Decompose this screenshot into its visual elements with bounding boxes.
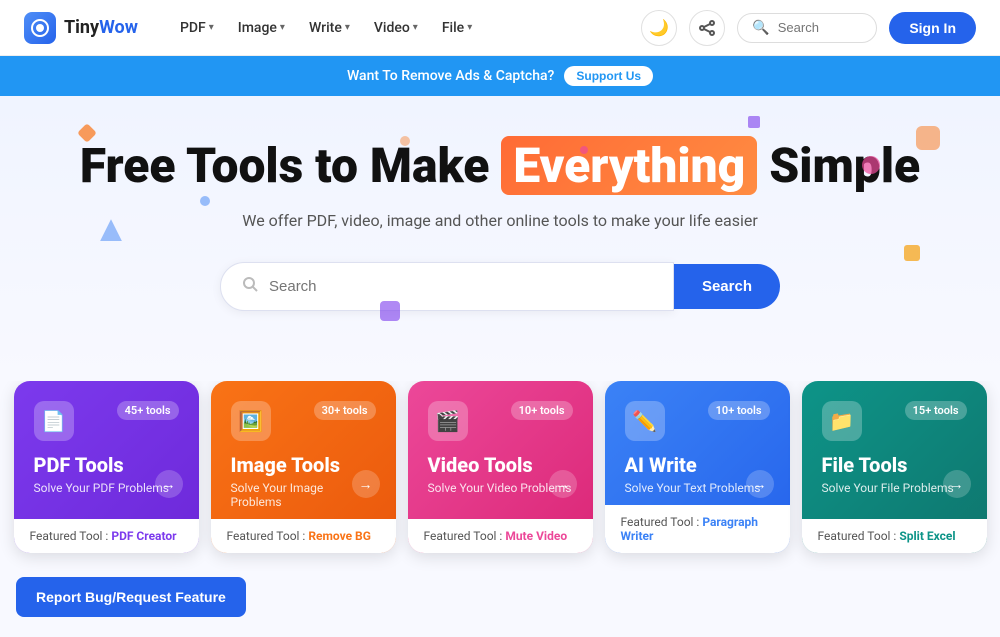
featured-tool-link[interactable]: PDF Creator bbox=[111, 529, 176, 543]
nav-pdf[interactable]: PDF ▾ bbox=[170, 14, 224, 42]
share-icon[interactable] bbox=[689, 10, 725, 46]
featured-tool-link[interactable]: Split Excel bbox=[899, 529, 955, 543]
featured-label: Featured Tool : bbox=[621, 515, 700, 529]
bottom-bar: Report Bug/Request Feature bbox=[0, 577, 1000, 637]
tool-card-file[interactable]: 📁 15+ tools File Tools Solve Your File P… bbox=[802, 381, 987, 553]
card-top: 📁 15+ tools bbox=[822, 401, 967, 441]
arrow-icon: → bbox=[549, 470, 577, 498]
chevron-down-icon: ▾ bbox=[467, 22, 472, 33]
nav-right: 🌙 🔍 Sign In bbox=[641, 10, 976, 46]
deco-cube bbox=[916, 126, 940, 150]
nav-search-box[interactable]: 🔍 bbox=[737, 13, 877, 43]
deco-shape bbox=[380, 301, 400, 321]
banner-text: Want To Remove Ads & Captcha? bbox=[347, 68, 554, 84]
tool-card-image[interactable]: 🖼️ 30+ tools Image Tools Solve Your Imag… bbox=[211, 381, 396, 553]
search-icon bbox=[241, 275, 259, 298]
hero-subtitle: We offer PDF, video, image and other onl… bbox=[20, 211, 980, 230]
card-title: Video Tools bbox=[428, 453, 573, 477]
nav-image[interactable]: Image ▾ bbox=[228, 14, 295, 42]
dark-mode-toggle[interactable]: 🌙 bbox=[641, 10, 677, 46]
card-badge: 15+ tools bbox=[905, 401, 967, 420]
card-icon: 🖼️ bbox=[231, 401, 271, 441]
promo-banner: Want To Remove Ads & Captcha? Support Us bbox=[0, 56, 1000, 96]
chevron-down-icon: ▾ bbox=[209, 22, 214, 33]
featured-tool-link[interactable]: Remove BG bbox=[308, 529, 371, 543]
nav-search-input[interactable] bbox=[778, 20, 863, 35]
card-badge: 45+ tools bbox=[117, 401, 179, 420]
support-button[interactable]: Support Us bbox=[564, 66, 653, 86]
chevron-down-icon: ▾ bbox=[280, 22, 285, 33]
card-badge: 10+ tools bbox=[511, 401, 573, 420]
hero-title: Free Tools to Make Everything Simple bbox=[20, 136, 980, 195]
nav-video[interactable]: Video ▾ bbox=[364, 14, 428, 42]
card-top: 🎬 10+ tools bbox=[428, 401, 573, 441]
arrow-icon: → bbox=[155, 470, 183, 498]
tool-card-ai[interactable]: ✏️ 10+ tools AI Write Solve Your Text Pr… bbox=[605, 381, 790, 553]
report-button[interactable]: Report Bug/Request Feature bbox=[16, 577, 246, 617]
sign-in-button[interactable]: Sign In bbox=[889, 12, 976, 44]
arrow-icon: → bbox=[352, 470, 380, 498]
card-featured: Featured Tool : PDF Creator bbox=[14, 519, 199, 553]
card-badge: 10+ tools bbox=[708, 401, 770, 420]
hero-search-button[interactable]: Search bbox=[674, 264, 780, 309]
nav-file[interactable]: File ▾ bbox=[432, 14, 482, 42]
card-icon: 🎬 bbox=[428, 401, 468, 441]
featured-label: Featured Tool : bbox=[30, 529, 109, 543]
card-featured: Featured Tool : Paragraph Writer bbox=[605, 505, 790, 553]
card-icon: ✏️ bbox=[625, 401, 665, 441]
card-badge: 30+ tools bbox=[314, 401, 376, 420]
logo[interactable]: TinyWow bbox=[24, 12, 138, 44]
deco-shape bbox=[904, 245, 920, 261]
card-title: Image Tools bbox=[231, 453, 376, 477]
deco-shape bbox=[748, 116, 760, 128]
deco-shape bbox=[200, 196, 210, 206]
deco-shape bbox=[862, 156, 880, 174]
tool-card-pdf[interactable]: 📄 45+ tools PDF Tools Solve Your PDF Pro… bbox=[14, 381, 199, 553]
card-top: ✏️ 10+ tools bbox=[625, 401, 770, 441]
nav-write[interactable]: Write ▾ bbox=[299, 14, 360, 42]
arrow-icon: → bbox=[943, 470, 971, 498]
navbar: TinyWow PDF ▾ Image ▾ Write ▾ Video ▾ Fi… bbox=[0, 0, 1000, 56]
featured-tool-link[interactable]: Mute Video bbox=[505, 529, 567, 543]
featured-label: Featured Tool : bbox=[227, 529, 306, 543]
chevron-down-icon: ▾ bbox=[413, 22, 418, 33]
featured-label: Featured Tool : bbox=[818, 529, 897, 543]
nav-links: PDF ▾ Image ▾ Write ▾ Video ▾ File ▾ bbox=[170, 14, 641, 42]
arrow-icon: → bbox=[746, 470, 774, 498]
card-featured: Featured Tool : Mute Video bbox=[408, 519, 593, 553]
logo-icon bbox=[24, 12, 56, 44]
hero-search-box[interactable] bbox=[220, 262, 674, 311]
card-title: AI Write bbox=[625, 453, 770, 477]
card-title: PDF Tools bbox=[34, 453, 179, 477]
hero-search: Search bbox=[220, 262, 780, 311]
card-icon: 📁 bbox=[822, 401, 862, 441]
card-title: File Tools bbox=[822, 453, 967, 477]
hero-search-input[interactable] bbox=[269, 278, 653, 295]
card-top: 🖼️ 30+ tools bbox=[231, 401, 376, 441]
deco-dot bbox=[580, 146, 588, 154]
card-top: 📄 45+ tools bbox=[34, 401, 179, 441]
tool-cards: 📄 45+ tools PDF Tools Solve Your PDF Pro… bbox=[0, 381, 1000, 577]
card-icon: 📄 bbox=[34, 401, 74, 441]
tool-card-video[interactable]: 🎬 10+ tools Video Tools Solve Your Video… bbox=[408, 381, 593, 553]
card-featured: Featured Tool : Split Excel bbox=[802, 519, 987, 553]
deco-shape bbox=[400, 136, 410, 146]
hero-section: Free Tools to Make Everything Simple We … bbox=[0, 96, 1000, 381]
search-icon: 🔍 bbox=[752, 20, 769, 36]
card-featured: Featured Tool : Remove BG bbox=[211, 519, 396, 553]
logo-text: TinyWow bbox=[64, 17, 138, 38]
featured-label: Featured Tool : bbox=[424, 529, 503, 543]
hero-highlight: Everything bbox=[501, 136, 757, 195]
chevron-down-icon: ▾ bbox=[345, 22, 350, 33]
